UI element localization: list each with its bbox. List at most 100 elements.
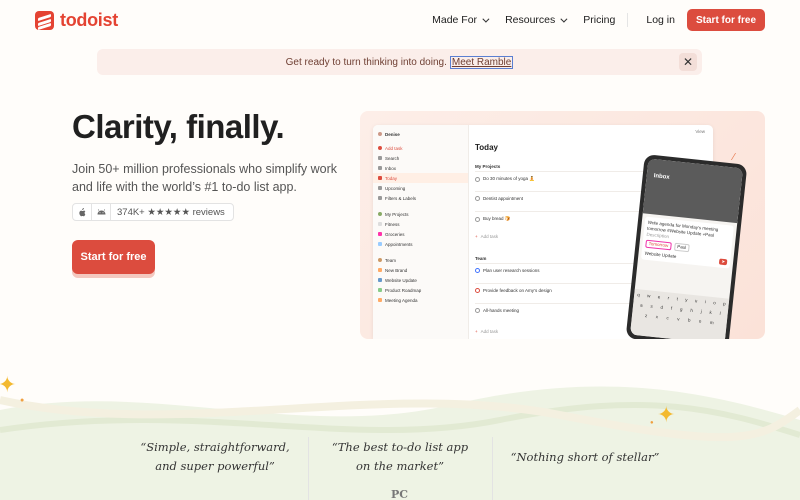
sparkle-icon: ⁄	[733, 152, 735, 163]
site-header: todoist Made For Resources Pricing Log i…	[0, 0, 800, 40]
key-t: t	[676, 296, 679, 302]
todoist-logo[interactable]: todoist	[35, 10, 118, 31]
sidebar-label: Fitness	[385, 221, 400, 227]
hero-subtitle: Join 50+ million professionals who simpl…	[72, 162, 338, 194]
task-item: Provide feedback on Amy’s design	[475, 288, 635, 293]
key-u: u	[694, 298, 698, 304]
sidebar-label: Appointments	[385, 241, 413, 247]
key-l: l	[719, 310, 721, 316]
divider	[308, 437, 309, 500]
sidebar-item-appointments: Appointments	[373, 239, 468, 249]
header-start-button[interactable]: Start for free	[686, 9, 765, 31]
sidebar-item-add-task: Add task	[373, 143, 468, 153]
meet-ramble-link[interactable]: Meet Ramble	[449, 55, 514, 69]
hero-title: Clarity, finally.	[72, 108, 285, 145]
phone-inbox-header: Inbox	[642, 158, 743, 224]
checkbox-icon	[475, 268, 480, 273]
key-e: e	[657, 294, 661, 300]
phone-screen: Inbox Write agenda for Monday’s meeting …	[630, 158, 743, 339]
sidebar-label: Groceries	[385, 231, 405, 237]
view-button: View	[695, 129, 705, 134]
nav-label: Resources	[505, 14, 556, 26]
sparkle-icon: ✦	[0, 372, 17, 397]
task-item: Plan user research sessions	[475, 268, 635, 273]
announcement-banner: Get ready to turn thinking into doing. M…	[97, 49, 702, 75]
sparkle-dot-icon: ●	[650, 420, 654, 426]
key-w: w	[646, 293, 651, 299]
sidebar-item-website-update: Website Update	[373, 275, 468, 285]
sidebar-item-team: Team	[373, 255, 468, 265]
sidebar-item-groceries: Groceries	[373, 229, 468, 239]
chip-tomorrow: Tomorrow	[645, 239, 672, 251]
app-preview-image: Denise Add task Search Inbox Today Upcom…	[360, 111, 765, 339]
key-j: j	[700, 308, 703, 314]
chip-paul: Paul	[673, 242, 690, 253]
key-a: a	[639, 302, 643, 308]
pcmag-logo: PC	[391, 488, 409, 500]
login-link[interactable]: Log in	[646, 9, 675, 31]
sidebar-label: Add task	[385, 145, 403, 151]
close-icon[interactable]: ✕	[679, 53, 697, 71]
key-k: k	[709, 309, 713, 315]
sidebar-label: Today	[385, 175, 398, 181]
phone-keyboard: qwertyuiop a sdfg hjkl z x cv b n m	[630, 288, 730, 339]
reviews-text: 374K+ ★★★★★ reviews	[117, 206, 225, 218]
task-label: Buy bread 🍞	[483, 216, 511, 221]
key-y: y	[685, 297, 688, 303]
logo-text: todoist	[60, 10, 118, 30]
sidebar-label: Website Update	[385, 277, 417, 283]
task-item: All-hands meeting	[475, 308, 635, 313]
sidebar-item-filters: Filters & Labels	[373, 193, 468, 203]
key-d: d	[660, 304, 664, 310]
sidebar-label: Team	[385, 257, 397, 263]
sidebar-item-meeting-agenda: Meeting Agenda	[373, 295, 468, 305]
hero-start-button[interactable]: Start for free	[72, 240, 155, 274]
phone-task-card: Write agenda for Monday’s meeting tomorr…	[640, 216, 734, 269]
quote-text: “Simple, straightforward,	[140, 440, 290, 454]
plus-icon: +	[475, 234, 478, 239]
key-m: m	[709, 319, 714, 326]
key-b: b	[687, 317, 691, 323]
key-o: o	[712, 300, 717, 306]
apple-icon	[73, 204, 92, 220]
key-z: z	[644, 313, 648, 319]
task-label: Do 30 minutes of yoga 🧘	[483, 176, 535, 181]
nav-label: Made For	[432, 14, 478, 26]
sidebar-label: My Projects	[385, 211, 409, 217]
key-q: q	[636, 292, 640, 298]
nav-resources[interactable]: Resources	[505, 9, 568, 31]
phone-project: Website Update	[644, 250, 677, 259]
android-icon	[92, 204, 111, 220]
key-p: p	[722, 301, 726, 307]
key-x: x	[655, 314, 659, 320]
sparkle-dot-icon: ●	[20, 397, 25, 404]
key-c: c	[666, 315, 670, 321]
add-task-label: Add task	[480, 234, 499, 239]
reviews-badge: 374K+ ★★★★★ reviews	[72, 203, 234, 221]
key-s: s	[650, 303, 654, 309]
phone-mock: Inbox Write agenda for Monday’s meeting …	[625, 154, 748, 339]
key-r: r	[667, 295, 670, 301]
user-name: Denise	[385, 131, 400, 137]
nav-divider	[627, 13, 629, 27]
nav-label: Pricing	[583, 14, 616, 26]
nav-pricing[interactable]: Pricing	[583, 9, 615, 31]
sidebar-label: Upcoming	[385, 185, 406, 191]
task-item: Buy bread 🍞	[475, 216, 635, 222]
quote-text: and super powerful”	[155, 459, 275, 473]
nav-made-for[interactable]: Made For	[432, 9, 490, 31]
sidebar-item-my-projects: My Projects	[373, 209, 468, 219]
sidebar-label: Meeting Agenda	[385, 297, 418, 303]
section-team: Team	[475, 256, 487, 261]
testimonial-2: “The best to-do list app on the market”	[325, 438, 475, 476]
app-sidebar: Denise Add task Search Inbox Today Upcom…	[373, 125, 469, 339]
quote-text: “Nothing short of stellar”	[510, 450, 660, 464]
task-label: Dentist appointment	[483, 196, 524, 201]
sidebar-label: Filters & Labels	[385, 195, 417, 201]
main-nav: Made For Resources Pricing Log in Start …	[414, 9, 765, 31]
checkbox-icon	[475, 176, 480, 182]
sidebar-label: New Brand	[385, 267, 408, 273]
sidebar-item-today: Today	[373, 173, 468, 183]
sidebar-item-upcoming: Upcoming	[373, 183, 468, 193]
login-label: Log in	[646, 14, 675, 26]
